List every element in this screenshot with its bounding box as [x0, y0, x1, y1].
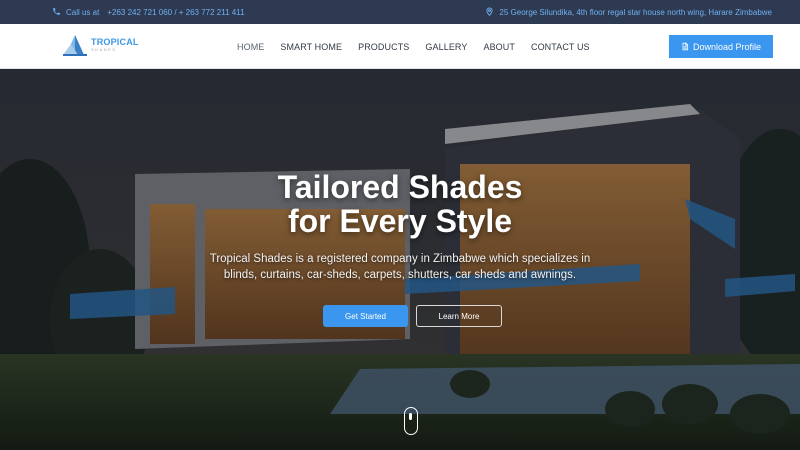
nav-gallery[interactable]: GALLERY — [425, 42, 467, 52]
top-bar: Call us at +263 242 721 060 / + 263 772 … — [0, 0, 800, 24]
hero-description-line-2: blinds, curtains, car-sheds, carpets, sh… — [223, 269, 577, 281]
phone-numbers[interactable]: +263 242 721 060 / + 263 772 211 411 — [107, 8, 244, 17]
contact-address: 25 George Silundika, 4th floor regal sta… — [485, 7, 772, 18]
file-icon — [682, 42, 689, 51]
nav-home[interactable]: HOME — [237, 42, 264, 52]
contact-phone[interactable]: Call us at +263 242 721 060 / + 263 772 … — [52, 7, 245, 18]
map-pin-icon — [485, 7, 494, 18]
logo-mark-icon — [63, 35, 87, 56]
scroll-down-icon[interactable] — [404, 407, 418, 435]
nav-about[interactable]: ABOUT — [483, 42, 515, 52]
main-navbar: TROPICAL SHADES HOME SMART HOME PRODUCTS… — [0, 24, 800, 69]
nav-products[interactable]: PRODUCTS — [358, 42, 409, 52]
address-text: 25 George Silundika, 4th floor regal sta… — [499, 7, 772, 17]
download-profile-label: Download Profile — [692, 41, 762, 52]
hero-section: Tailored Shades for Every Style Tropical… — [0, 69, 800, 450]
main-nav: HOME SMART HOME PRODUCTS GALLERY ABOUT C… — [237, 24, 590, 69]
get-started-button[interactable]: Get Started — [323, 305, 408, 327]
learn-more-button[interactable]: Learn More — [416, 305, 502, 327]
hero-description: Tropical Shades is a registered company … — [0, 251, 800, 283]
hero-title-line-2: for Every Style — [287, 203, 513, 239]
phone-icon — [52, 7, 61, 18]
hero-title: Tailored Shades for Every Style — [0, 170, 800, 238]
download-profile-button[interactable]: Download Profile — [669, 35, 773, 58]
phone-label: Call us at — [66, 7, 100, 17]
brand-name: TROPICAL — [91, 37, 139, 47]
nav-contact-us[interactable]: CONTACT US — [531, 42, 590, 52]
hero-description-line-1: Tropical Shades is a registered company … — [209, 253, 591, 265]
brand-logo[interactable]: TROPICAL SHADES — [62, 32, 139, 58]
brand-subtitle: SHADES — [91, 47, 117, 52]
nav-smart-home[interactable]: SMART HOME — [280, 42, 342, 52]
hero-title-line-1: Tailored Shades — [277, 169, 523, 205]
